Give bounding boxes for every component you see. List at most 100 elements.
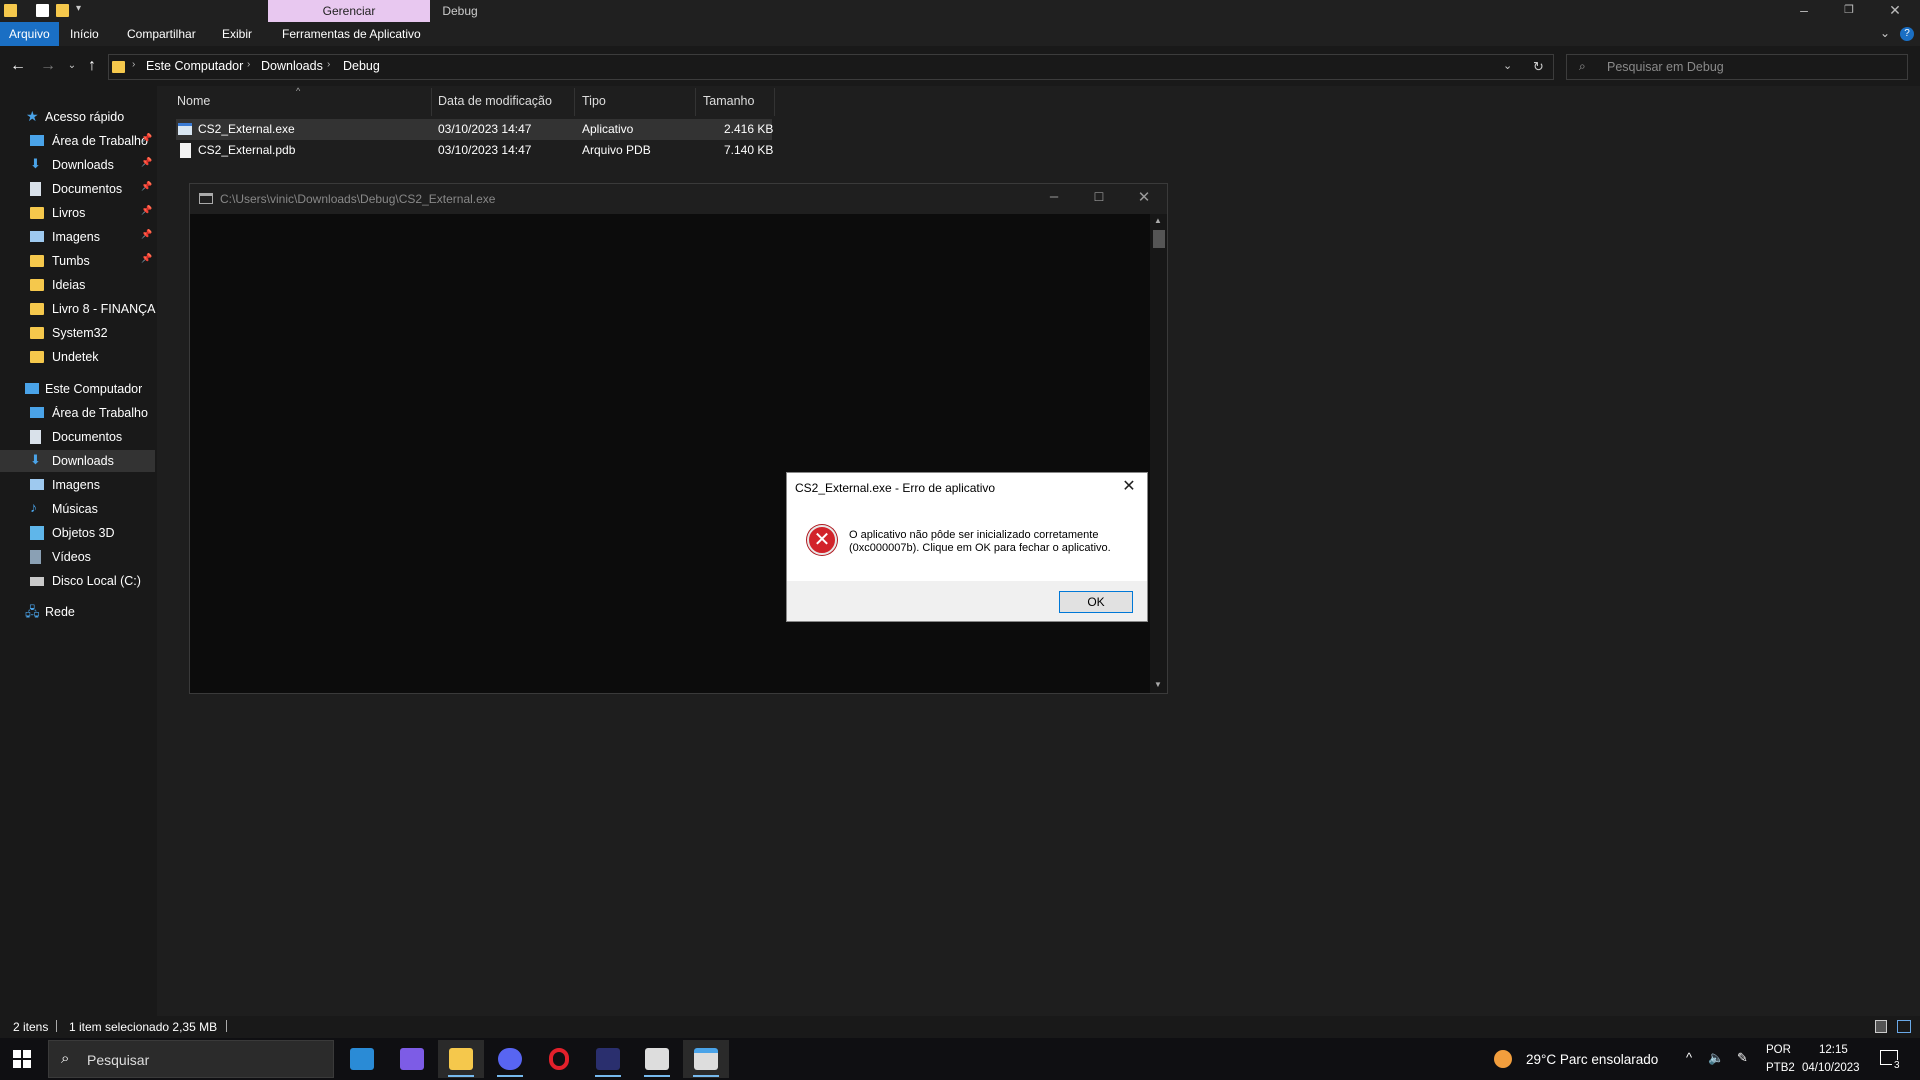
sidebar-item[interactable]: Imagens xyxy=(0,474,155,496)
context-tab-manage[interactable]: Gerenciar xyxy=(268,0,430,22)
sidebar-item[interactable]: Livro 8 - FINANÇAS xyxy=(0,298,156,320)
maximize-icon[interactable]: ☐ xyxy=(1084,190,1114,204)
column-header-type[interactable]: Tipo xyxy=(582,94,606,108)
console-title-bar[interactable]: C:\Users\vinic\Downloads\Debug\CS2_Exter… xyxy=(190,184,1167,214)
weather-icon[interactable] xyxy=(1494,1050,1512,1068)
large-icons-view-icon[interactable] xyxy=(1897,1020,1911,1033)
console-scrollbar[interactable]: ▲ ▼ xyxy=(1150,214,1167,693)
breadcrumb-debug[interactable]: Debug xyxy=(343,59,380,73)
sidebar-item-label: Ideias xyxy=(52,278,86,292)
sidebar-item[interactable]: Documentos xyxy=(0,426,155,448)
scrollbar-thumb[interactable] xyxy=(1153,230,1165,248)
address-bar[interactable]: › Este Computador › Downloads › Debug ⌄ … xyxy=(108,54,1554,80)
tab-view[interactable]: Exibir xyxy=(213,22,261,46)
pen-icon[interactable]: ✎ xyxy=(1737,1050,1748,1066)
breadcrumb-this-pc[interactable]: Este Computador xyxy=(146,59,243,73)
file-name[interactable]: CS2_External.pdb xyxy=(198,143,295,157)
back-icon[interactable]: ← xyxy=(8,56,28,76)
sidebar-item[interactable]: Livros 📌 xyxy=(0,202,155,224)
expand-ribbon-icon[interactable]: ⌄ xyxy=(1880,26,1890,40)
table-row[interactable]: CS2_External.exe 03/10/2023 14:47 Aplica… xyxy=(176,119,773,140)
sidebar-item-label: Disco Local (C:) xyxy=(52,574,141,588)
weather-text[interactable]: 29°C Parc ensolarado xyxy=(1526,1052,1658,1067)
column-divider[interactable] xyxy=(695,88,696,116)
refresh-icon[interactable]: ↻ xyxy=(1533,59,1544,75)
close-icon[interactable]: ✕ xyxy=(1129,188,1159,206)
tab-file[interactable]: Arquivo xyxy=(0,22,59,46)
file-name[interactable]: CS2_External.exe xyxy=(198,122,295,136)
app-lightning[interactable] xyxy=(585,1040,631,1078)
sidebar-item[interactable]: Undetek xyxy=(0,346,155,368)
ok-button[interactable]: OK xyxy=(1059,591,1133,613)
sidebar-item[interactable]: Vídeos xyxy=(0,546,155,568)
sidebar-item[interactable]: ⬇ Downloads xyxy=(0,450,155,472)
sidebar-item[interactable]: Objetos 3D xyxy=(0,522,155,544)
up-icon[interactable]: ↑ xyxy=(82,56,102,76)
sidebar-item-label: Rede xyxy=(45,605,75,619)
column-divider[interactable] xyxy=(431,88,432,116)
discord-app[interactable] xyxy=(487,1040,533,1078)
sidebar-item[interactable]: Ideias xyxy=(0,274,155,296)
language-top[interactable]: POR xyxy=(1766,1044,1791,1056)
close-icon[interactable]: ✕ xyxy=(1872,0,1918,22)
volume-icon[interactable]: 🔈 xyxy=(1708,1050,1724,1066)
column-header-date[interactable]: Data de modificação xyxy=(438,94,552,108)
sidebar-item[interactable]: System32 xyxy=(0,322,155,344)
sidebar-item-network[interactable]: 🖧 Rede xyxy=(0,601,155,623)
pictures-icon xyxy=(30,479,44,490)
breadcrumb-downloads[interactable]: Downloads xyxy=(261,59,323,73)
sidebar-item[interactable]: Disco Local (C:) xyxy=(0,570,155,592)
details-view-icon[interactable] xyxy=(1875,1020,1887,1033)
column-divider[interactable] xyxy=(574,88,575,116)
chevron-right-icon[interactable]: › xyxy=(132,59,135,70)
app-purple[interactable] xyxy=(389,1040,435,1078)
clock-date[interactable]: 04/10/2023 xyxy=(1802,1062,1860,1074)
sidebar-item[interactable]: Área de Trabalho 📌 xyxy=(0,130,155,152)
tab-application-tools[interactable]: Ferramentas de Aplicativo xyxy=(273,22,430,46)
app-window[interactable] xyxy=(634,1040,680,1078)
error-dialog[interactable]: CS2_External.exe - Erro de aplicativo ✕ … xyxy=(786,472,1148,622)
language-bottom[interactable]: PTB2 xyxy=(1766,1062,1795,1074)
chevron-right-icon[interactable]: › xyxy=(327,59,330,70)
sidebar-item[interactable]: Imagens 📌 xyxy=(0,226,155,248)
sidebar-item[interactable]: ♪ Músicas xyxy=(0,498,155,520)
close-icon[interactable]: ✕ xyxy=(1117,476,1141,498)
console-icon xyxy=(199,193,213,204)
sidebar-item-label: System32 xyxy=(52,326,108,340)
console-app[interactable] xyxy=(683,1040,729,1078)
column-header-name[interactable]: Nome xyxy=(177,94,210,108)
search-input[interactable]: ⌕ Pesquisar em Debug xyxy=(1566,54,1908,80)
help-icon[interactable]: ? xyxy=(1900,27,1914,41)
sidebar-item[interactable]: Área de Trabalho xyxy=(0,402,155,424)
tab-home[interactable]: Início xyxy=(61,22,108,46)
taskbar-search[interactable]: ⌕ Pesquisar xyxy=(48,1040,334,1078)
window-title: Debug xyxy=(442,4,478,18)
sidebar-item[interactable]: Documentos 📌 xyxy=(0,178,155,200)
scroll-down-icon[interactable]: ▼ xyxy=(1154,680,1162,689)
sidebar-item-quick-access[interactable]: ★ Acesso rápido xyxy=(0,106,155,128)
start-windows-icon[interactable] xyxy=(13,1050,31,1068)
store-app[interactable] xyxy=(339,1040,385,1078)
new-folder-icon[interactable] xyxy=(56,4,69,17)
minimize-icon[interactable]: – xyxy=(1039,188,1069,205)
chevron-right-icon[interactable]: › xyxy=(247,59,250,70)
restore-icon[interactable]: ❐ xyxy=(1826,0,1872,22)
show-hidden-icons-icon[interactable]: ^ xyxy=(1686,1050,1692,1065)
properties-icon[interactable] xyxy=(36,4,49,17)
column-divider[interactable] xyxy=(774,88,775,116)
sidebar-item[interactable]: Tumbs 📌 xyxy=(0,250,155,272)
table-row[interactable]: CS2_External.pdb 03/10/2023 14:47 Arquiv… xyxy=(176,140,773,161)
clock-time[interactable]: 12:15 xyxy=(1819,1044,1848,1056)
sidebar-item-this-pc[interactable]: Este Computador xyxy=(0,378,155,400)
file-explorer-app[interactable] xyxy=(438,1040,484,1078)
customize-quick-access-icon[interactable]: ▾ xyxy=(76,3,81,14)
column-header-size[interactable]: Tamanho xyxy=(703,94,754,108)
recent-locations-icon[interactable]: ⌄ xyxy=(62,56,82,76)
scroll-up-icon[interactable]: ▲ xyxy=(1154,216,1162,225)
sidebar-item[interactable]: ⬇ Downloads 📌 xyxy=(0,154,155,176)
address-dropdown-icon[interactable]: ⌄ xyxy=(1503,59,1512,72)
minimize-icon[interactable]: – xyxy=(1781,0,1827,22)
tab-share[interactable]: Compartilhar xyxy=(118,22,205,46)
opera-app[interactable] xyxy=(536,1040,582,1078)
forward-icon[interactable]: → xyxy=(38,56,58,76)
